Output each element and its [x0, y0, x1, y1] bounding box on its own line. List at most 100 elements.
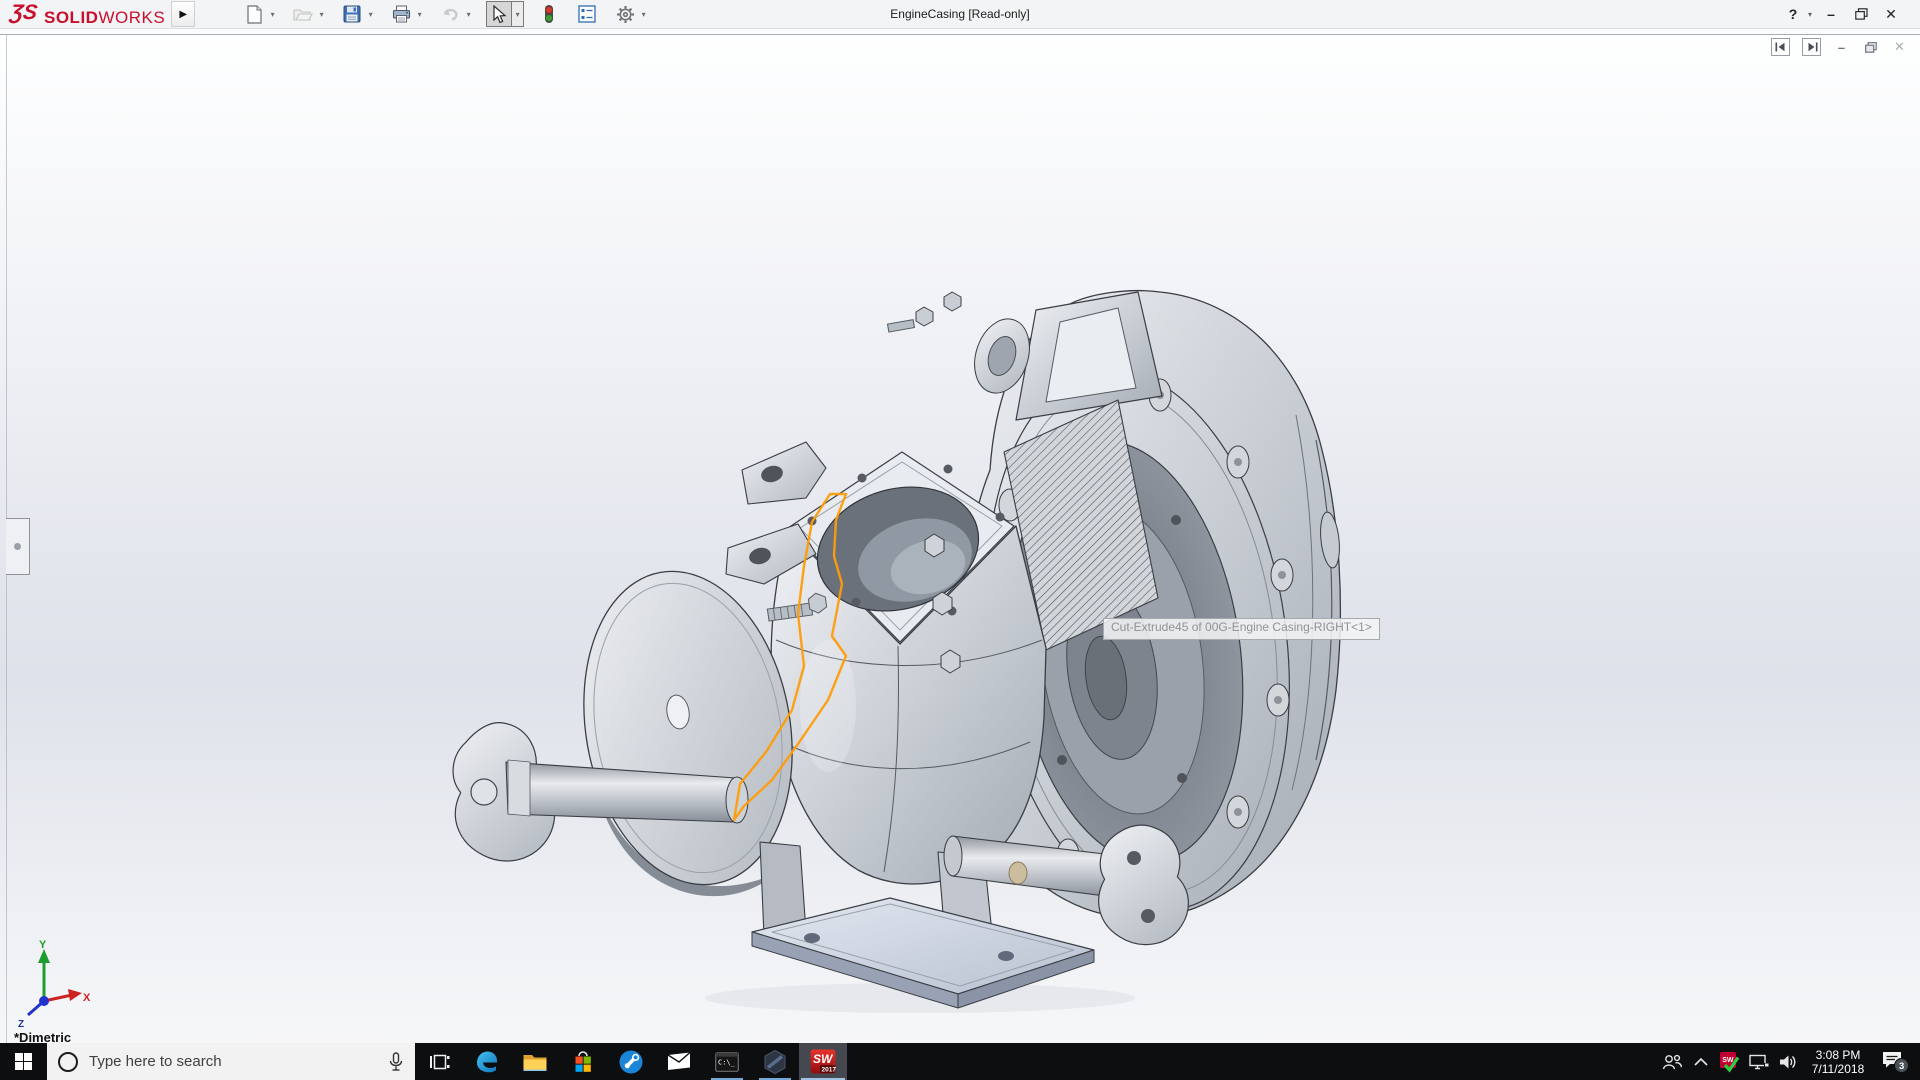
network-button[interactable] [1744, 1043, 1773, 1080]
screen: ƷS SOLIDWORKS ▶ ▾ [0, 0, 1920, 1080]
menu-strip [0, 29, 1920, 35]
settings-gear-icon [616, 5, 635, 24]
open-button[interactable] [290, 1, 316, 27]
task-view-button[interactable] [415, 1043, 463, 1080]
start-icon [15, 1053, 32, 1070]
logo-text-works: WORKS [98, 8, 165, 28]
solidworks-tray-icon: SW [1719, 1051, 1741, 1073]
view-orientation-label: *Dimetric [14, 1030, 71, 1043]
taskbar-apps: C:\_ SW 2017 [415, 1043, 847, 1080]
taskbar-solidworks-button[interactable]: SW 2017 [799, 1043, 847, 1080]
doc-minimize-button[interactable]: – [1833, 39, 1850, 55]
graphics-area[interactable]: – ✕ Cut-Extrude45 of 00G-Engine Casing-R… [0, 35, 1920, 1043]
svg-text:3: 3 [1899, 1061, 1904, 1072]
select-cursor-icon [491, 5, 507, 24]
close-button[interactable]: ✕ [1876, 1, 1906, 27]
feature-tooltip: Cut-Extrude45 of 00G-Engine Casing-RIGHT… [1103, 618, 1380, 640]
people-button[interactable] [1657, 1043, 1686, 1080]
action-center-icon: 3 [1880, 1048, 1910, 1076]
cortana-circle-icon [58, 1052, 78, 1072]
save-button[interactable] [339, 1, 365, 27]
svg-text:SW: SW [1722, 1057, 1734, 1064]
solidworks-logo-mark-icon: ƷS [12, 1, 42, 23]
mail-icon [667, 1052, 691, 1071]
taskbar-mail-button[interactable] [655, 1043, 703, 1080]
next-window-button[interactable] [1802, 38, 1821, 56]
tray-expand-button[interactable] [1686, 1043, 1715, 1080]
app-titlebar: ƷS SOLIDWORKS ▶ ▾ [0, 0, 1920, 29]
save-icon [343, 5, 361, 23]
undo-icon [441, 6, 460, 22]
svg-text:X: X [83, 992, 91, 1004]
taskbar-dev-app-button[interactable] [751, 1043, 799, 1080]
clock[interactable]: 3:08 PM 7/11/2018 [1802, 1048, 1874, 1076]
svg-text:C:\_: C:\_ [718, 1058, 736, 1066]
previous-window-button[interactable] [1771, 38, 1790, 56]
chevron-up-icon [1693, 1057, 1709, 1067]
select-tool-button[interactable] [486, 1, 512, 27]
svg-text:SW: SW [813, 1052, 834, 1066]
rebuild-button[interactable] [536, 1, 562, 27]
engine-casing-model[interactable] [0, 35, 1920, 1043]
solidworks-monitor-button[interactable]: SW [1715, 1043, 1744, 1080]
command-prompt-icon: C:\_ [715, 1052, 739, 1072]
edge-icon [474, 1049, 500, 1075]
start-button[interactable] [0, 1043, 47, 1080]
file-explorer-icon [522, 1051, 548, 1073]
clock-time: 3:08 PM [1816, 1048, 1861, 1062]
microphone-icon[interactable] [388, 1052, 404, 1072]
open-dropdown[interactable]: ▾ [316, 2, 327, 26]
store-icon [571, 1049, 595, 1074]
doc-close-button[interactable]: ✕ [1891, 39, 1908, 55]
new-document-icon [246, 5, 263, 24]
orientation-triad-icon: Y X Z [14, 939, 92, 1031]
options-list-button[interactable] [574, 1, 600, 27]
restore-button[interactable] [1846, 1, 1876, 27]
help-tool-icon [618, 1049, 644, 1075]
taskbar-command-prompt-button[interactable]: C:\_ [703, 1043, 751, 1080]
logo-text-solid: SOLID [44, 8, 98, 28]
undo-button[interactable] [437, 1, 463, 27]
print-dropdown[interactable]: ▾ [414, 2, 425, 26]
new-document-button[interactable] [241, 1, 267, 27]
network-icon [1748, 1052, 1770, 1072]
task-view-icon [428, 1052, 450, 1072]
svg-text:2017: 2017 [822, 1067, 837, 1074]
taskbar-store-button[interactable] [559, 1043, 607, 1080]
options-list-icon [578, 5, 596, 23]
print-icon [392, 5, 411, 23]
action-center-button[interactable]: 3 [1874, 1043, 1916, 1080]
taskbar-file-explorer-button[interactable] [511, 1043, 559, 1080]
doc-restore-button[interactable] [1862, 39, 1879, 55]
search-placeholder: Type here to search [89, 1053, 222, 1070]
save-dropdown[interactable]: ▾ [365, 2, 376, 26]
volume-icon [1777, 1052, 1799, 1072]
document-window-controls: – ✕ [1771, 38, 1908, 56]
solidworks-logo: ƷS SOLIDWORKS [12, 1, 165, 28]
help-button[interactable]: ? [1782, 1, 1804, 27]
select-tool-dropdown[interactable]: ▾ [512, 1, 524, 27]
toolbar-expand-button[interactable]: ▶ [171, 1, 195, 27]
svg-text:Y: Y [39, 939, 47, 951]
taskbar-search-input[interactable]: Type here to search [47, 1043, 415, 1080]
settings-dropdown[interactable]: ▾ [638, 2, 649, 26]
rebuild-traffic-light-icon [543, 4, 555, 24]
settings-button[interactable] [612, 1, 638, 27]
taskbar-help-tool-button[interactable] [607, 1043, 655, 1080]
next-window-icon [1806, 42, 1818, 52]
volume-button[interactable] [1773, 1043, 1802, 1080]
minimize-button[interactable]: – [1816, 1, 1846, 27]
system-tray: SW 3:0 [1657, 1043, 1920, 1080]
taskbar-edge-button[interactable] [463, 1043, 511, 1080]
doc-restore-icon [1865, 42, 1877, 53]
new-document-dropdown[interactable]: ▾ [267, 2, 278, 26]
dev-app-icon [762, 1049, 788, 1075]
quick-access-toolbar: ▾ ▾ [241, 1, 661, 27]
undo-dropdown[interactable]: ▾ [463, 2, 474, 26]
window-controls: ? ▾ – ✕ [1782, 1, 1920, 27]
help-dropdown[interactable]: ▾ [1804, 1, 1816, 27]
open-icon [293, 6, 313, 22]
restore-icon [1855, 8, 1868, 20]
windows-taskbar: Type here to search [0, 1043, 1920, 1080]
print-button[interactable] [388, 1, 414, 27]
